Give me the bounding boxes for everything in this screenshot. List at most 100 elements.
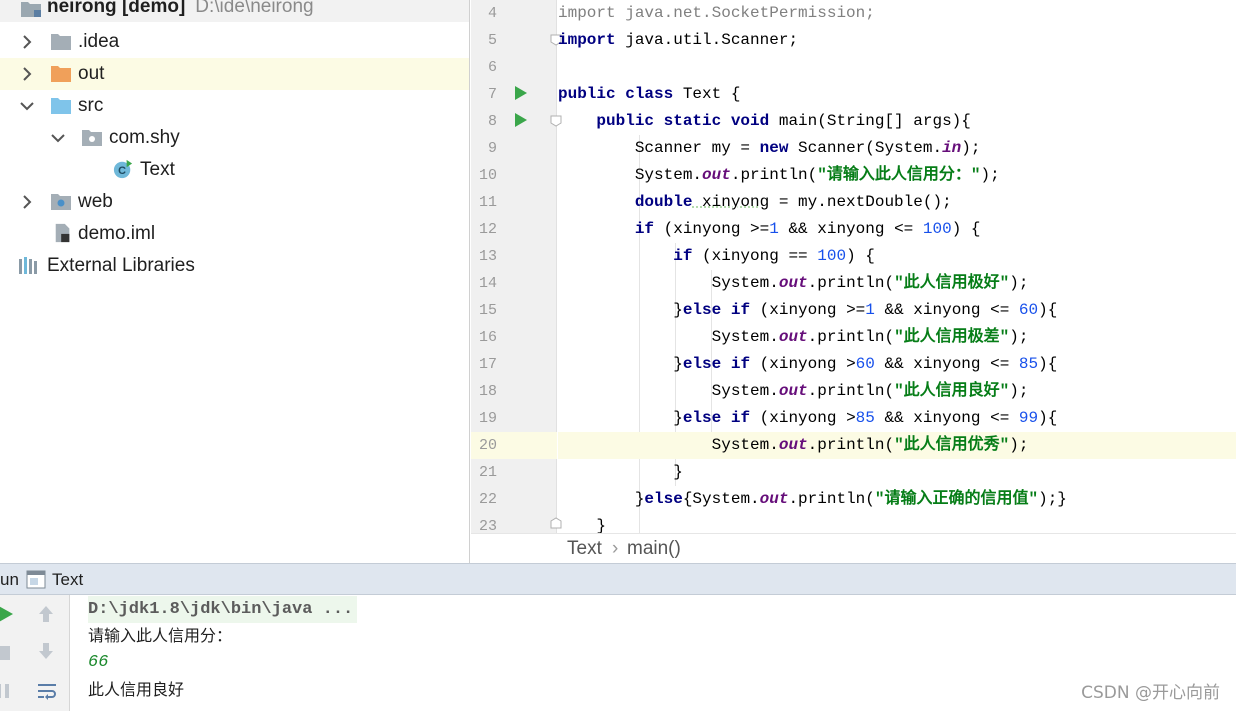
tree-row-project-root[interactable]: neirong [demo] D:\ide\neirong [0, 0, 469, 22]
tree-row-text-class[interactable]: C Text [0, 154, 469, 186]
tree-item-label: .idea [78, 31, 120, 52]
iml-file-icon [55, 223, 70, 243]
arrow-up-icon [39, 606, 53, 622]
libraries-icon [19, 257, 37, 274]
console-user-input: 66 [88, 653, 109, 672]
tree-item-label: Text [140, 159, 175, 180]
editor-gutter: 4 5 6 7 8 9 10 11 12 13 14 15 16 17 18 1… [471, 0, 562, 535]
breadcrumb: Text › main() [471, 533, 1236, 563]
run-tab-prefix: un [0, 570, 19, 589]
code-line: }else if (xinyong >=1 && xinyong <= 60){ [673, 301, 1058, 319]
chevron-right-icon[interactable] [17, 192, 37, 212]
code-line: if (xinyong >=1 && xinyong <= 100) { [634, 220, 981, 238]
line-number: 16 [478, 329, 497, 346]
tree-item-label: External Libraries [47, 255, 195, 276]
folder-blue-icon [51, 98, 71, 114]
tree-root-path: D:\ide\neirong [195, 0, 314, 17]
line-number: 6 [487, 59, 497, 76]
watermark: CSDN @开心向前 [1081, 683, 1220, 703]
run-tool-window-header: un Text [0, 563, 1236, 595]
code-line: } [673, 463, 683, 481]
scroll-down-button[interactable] [33, 638, 59, 664]
java-class-icon: C [113, 159, 133, 179]
tree-row-src[interactable]: src [0, 90, 469, 122]
code-line: import java.net.SocketPermission; [558, 4, 875, 22]
run-toolbar [0, 595, 70, 711]
line-number: 9 [487, 140, 497, 157]
tree-item-label: src [78, 95, 104, 116]
arrow-down-icon [39, 643, 53, 659]
code-line: import java.util.Scanner; [558, 31, 799, 49]
class-icon-letter: C [118, 165, 126, 177]
code-line: if (xinyong == 100) { [673, 247, 875, 265]
code-line: public static void main(String[] args){ [596, 112, 971, 130]
tree-row-idea[interactable]: .idea [0, 26, 469, 58]
line-number: 22 [478, 491, 497, 508]
run-gutter-icon[interactable] [514, 85, 528, 101]
wrap-icon [38, 684, 56, 700]
line-number: 7 [487, 86, 497, 103]
console-output-line: 请输入此人信用分： [88, 626, 233, 645]
tree-row-web[interactable]: web [0, 186, 469, 218]
tree-row-iml[interactable]: demo.iml [0, 218, 469, 250]
code-line: Scanner my = new Scanner(System.in); [634, 139, 981, 157]
run-gutter-icon[interactable] [514, 112, 528, 128]
stop-button[interactable] [0, 640, 16, 666]
run-icon [0, 606, 13, 622]
chevron-down-icon[interactable] [48, 128, 68, 148]
console-command-line: D:\jdk1.8\jdk\bin\java ... [88, 596, 358, 623]
scroll-up-button[interactable] [33, 601, 59, 627]
pause-button[interactable] [0, 678, 16, 704]
line-number: 12 [478, 221, 497, 238]
chevron-right-icon[interactable] [17, 32, 37, 52]
tree-row-out[interactable]: out [0, 58, 469, 90]
project-tool-window: neirong [demo] D:\ide\neirong .idea out s… [0, 0, 470, 563]
folder-gray-icon [51, 34, 71, 50]
line-number: 15 [478, 302, 497, 319]
code-line: System.out.println("此人信用极好"); [711, 274, 1029, 292]
folder-orange-icon [51, 66, 71, 82]
tree-root-label: neirong [demo] D:\ide\neirong [47, 0, 314, 18]
chevron-down-icon[interactable] [17, 96, 37, 116]
code-line: }else if (xinyong >85 && xinyong <= 99){ [673, 409, 1058, 427]
code-line: double xinyong = my.nextDouble(); [634, 193, 952, 211]
run-tab-label[interactable]: Text [52, 570, 83, 590]
tree-item-label: demo.iml [78, 223, 156, 244]
line-number: 10 [478, 167, 497, 184]
code-editor[interactable]: 4 5 6 7 8 9 10 11 12 13 14 15 16 17 18 1… [471, 0, 1236, 563]
code-line-current: System.out.println("此人信用优秀"); [558, 432, 1236, 459]
line-number: 14 [478, 275, 497, 292]
pause-icon [0, 684, 9, 698]
breadcrumb-separator: › [612, 538, 619, 559]
breadcrumb-class[interactable]: Text [567, 538, 602, 560]
code-line: System.out.println("此人信用良好"); [711, 382, 1029, 400]
tree-row-external-libraries[interactable]: External Libraries [0, 250, 469, 282]
code-line: System.out.println("请输入此人信用分："); [634, 166, 1000, 184]
line-number-current: 20 [471, 432, 557, 459]
tree-row-package[interactable]: com.shy [0, 122, 469, 154]
line-number: 13 [478, 248, 497, 265]
line-number: 17 [478, 356, 497, 373]
tree-item-label: com.shy [109, 127, 180, 148]
line-number: 4 [487, 5, 497, 22]
chevron-right-icon[interactable] [17, 64, 37, 84]
line-number: 11 [478, 194, 497, 211]
soft-wrap-button[interactable] [34, 678, 60, 704]
breadcrumb-method[interactable]: main() [627, 538, 681, 560]
line-number: 5 [487, 32, 497, 49]
line-number: 8 [487, 113, 497, 130]
rerun-button[interactable] [0, 601, 18, 627]
console-output-line: 此人信用良好 [88, 680, 185, 699]
code-area[interactable]: import java.net.SocketPermission; import… [558, 0, 1236, 535]
web-folder-icon [51, 194, 71, 210]
run-console[interactable]: D:\jdk1.8\jdk\bin\java ... 请输入此人信用分： 66 … [71, 595, 1236, 711]
tree-item-label: out [78, 63, 105, 84]
package-icon [82, 130, 102, 146]
module-folder-icon [21, 2, 41, 17]
code-line: System.out.println("此人信用极差"); [711, 328, 1029, 346]
line-number: 18 [478, 383, 497, 400]
run-config-icon [26, 570, 46, 589]
tree-item-label: web [78, 191, 113, 212]
line-number: 19 [478, 410, 497, 427]
stop-icon [0, 646, 10, 660]
